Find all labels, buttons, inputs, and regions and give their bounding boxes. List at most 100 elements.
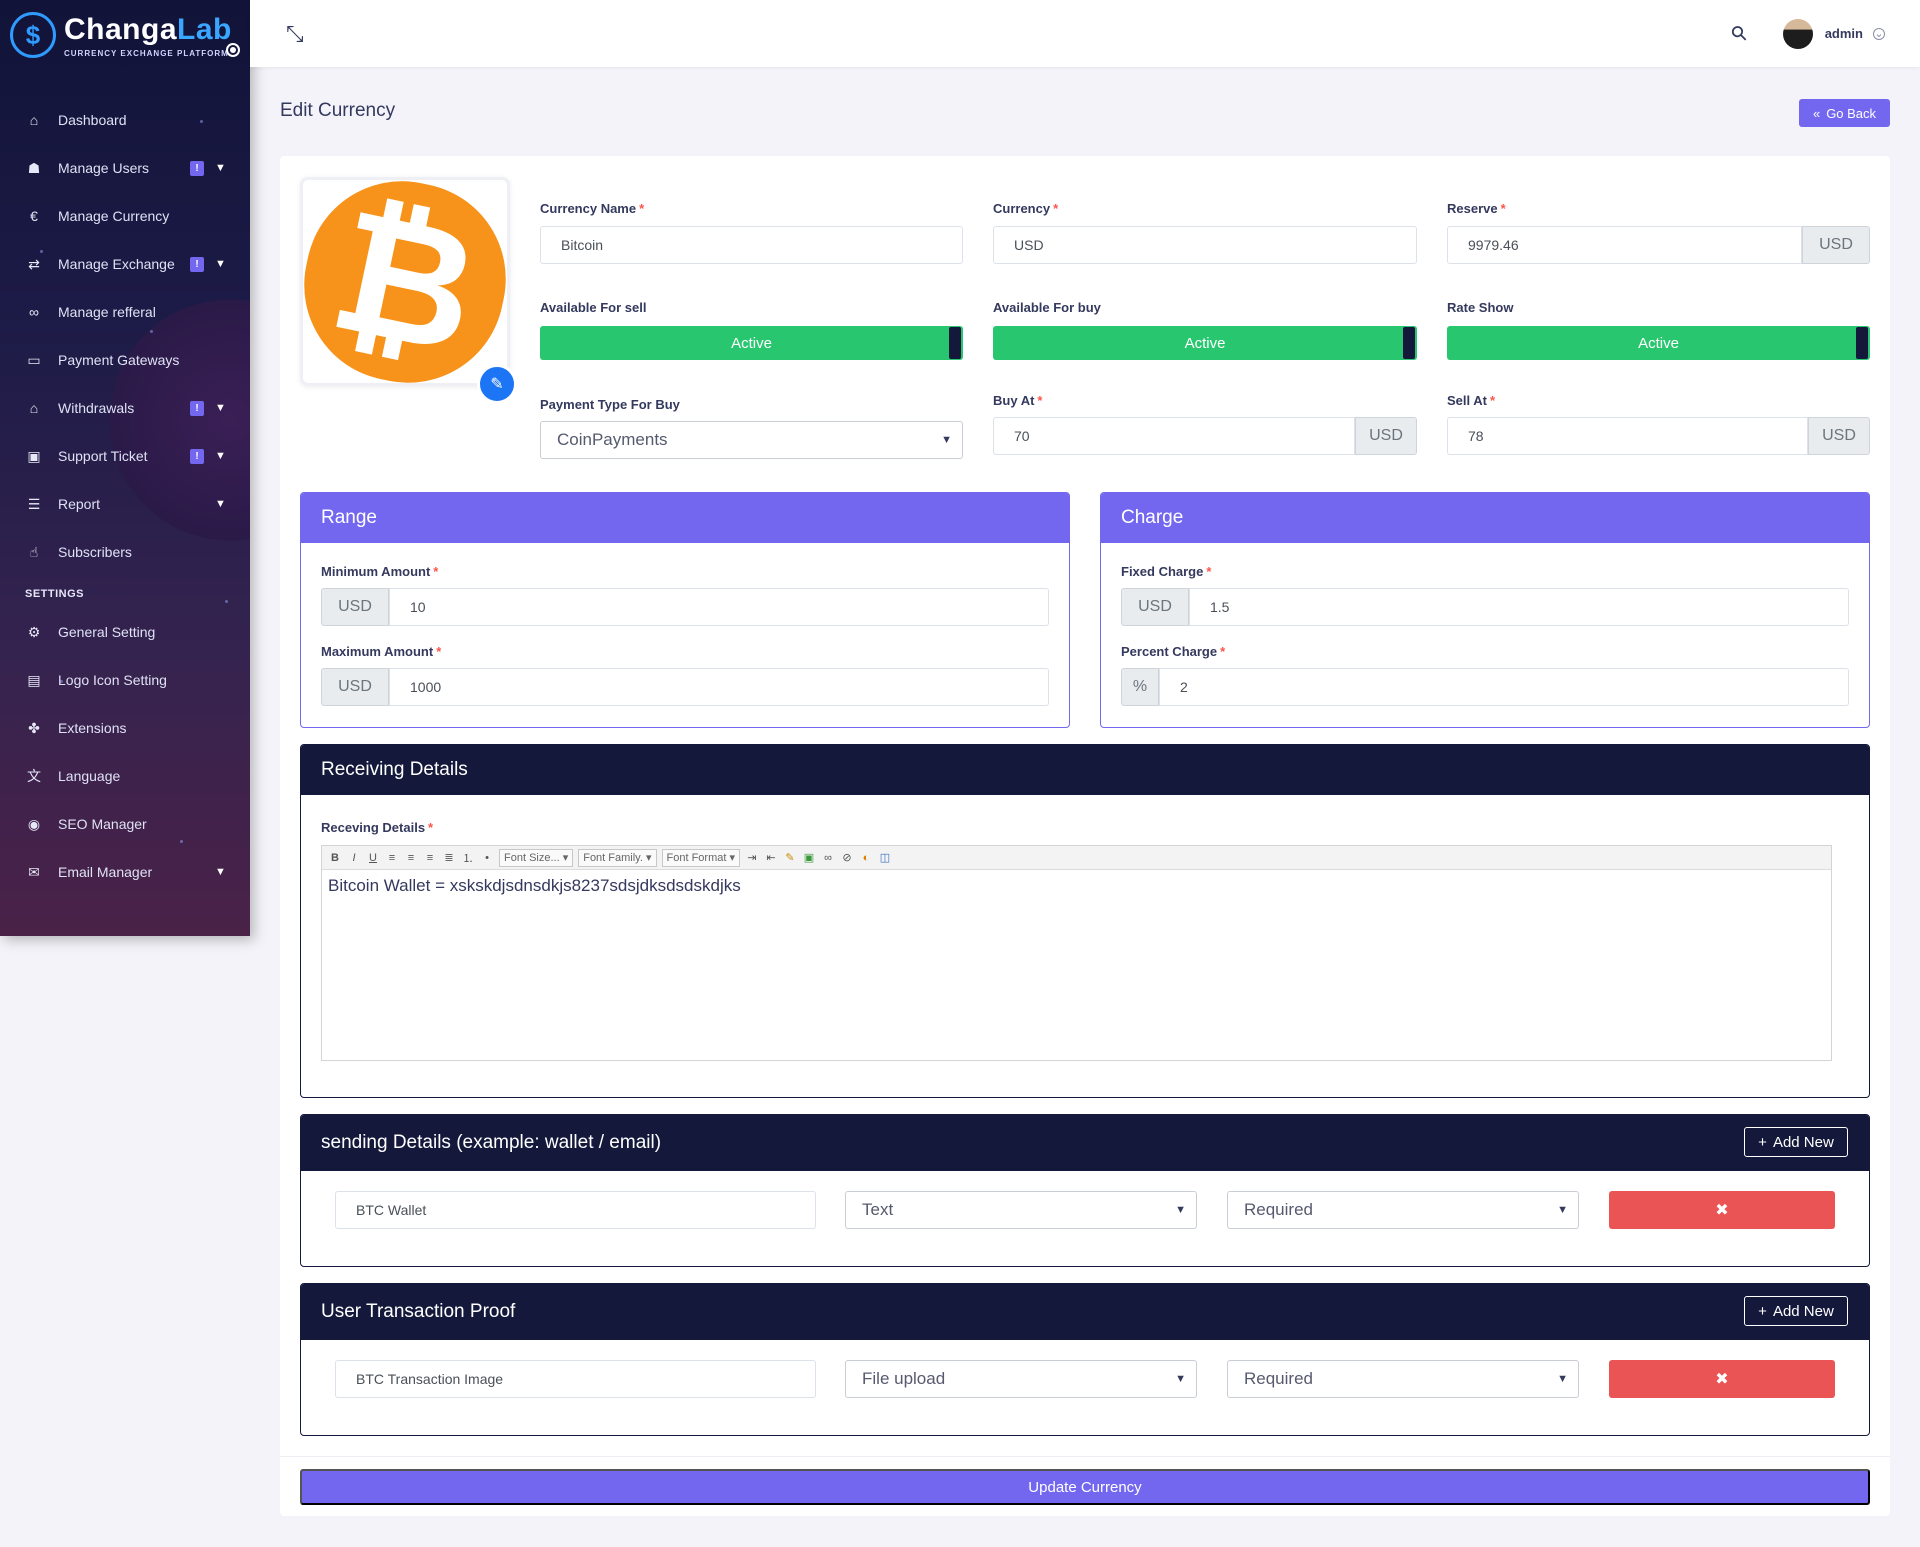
sidebar-item-label: Subscribers (58, 544, 132, 560)
go-back-label: Go Back (1826, 105, 1877, 121)
required-mark: * (428, 820, 434, 835)
image-insert-icon[interactable]: ▣ (802, 851, 816, 864)
update-currency-button[interactable]: Update Currency (300, 1469, 1870, 1505)
sidebar-item-label: Support Ticket (58, 448, 148, 464)
palette-icon[interactable]: ◐ (859, 852, 873, 864)
sidebar-item-email-manager[interactable]: ✉ Email Manager ▼ (0, 848, 250, 896)
currency-input[interactable]: USD (993, 226, 1417, 264)
ticket-icon: ▣ (27, 447, 41, 464)
sidebar-item-label: General Setting (58, 624, 156, 640)
sidebar-item-dashboard[interactable]: ⌂ Dashboard (0, 96, 250, 144)
image-icon: ▤ (27, 671, 41, 688)
label-text: Maximum Amount (321, 644, 434, 659)
payment-type-label: Payment Type For Buy (540, 397, 680, 412)
label-text: Buy At (993, 393, 1035, 408)
sidebar-item-language[interactable]: 文 Language (0, 752, 250, 800)
divider (280, 1456, 1890, 1457)
topbar: ⤡ ⚲ admin ⌄ (250, 0, 1920, 67)
align-left-icon[interactable]: ≡ (385, 852, 399, 864)
proof-add-new-button[interactable]: + Add New (1744, 1296, 1848, 1326)
ordered-list-icon[interactable]: ⒈ (461, 850, 475, 866)
receiving-details-editor[interactable]: B I U ≡ ≡ ≡ ≣ ⒈ • Font Size... ▾ Font Fa… (321, 845, 1832, 1061)
sidebar-item-report[interactable]: ☰ Report ▼ (0, 480, 250, 528)
html-source-icon[interactable]: ◫ (878, 851, 892, 864)
sidebar-item-manage-refferal[interactable]: ∞ Manage refferal (0, 288, 250, 336)
rate-show-label: Rate Show (1447, 300, 1514, 315)
indent-icon[interactable]: ⇥ (745, 851, 759, 864)
sidebar-item-logo-icon-setting[interactable]: ▤ Logo Icon Setting (0, 656, 250, 704)
unordered-list-icon[interactable]: • (480, 852, 494, 864)
sending-add-new-button[interactable]: + Add New (1744, 1127, 1848, 1157)
toggle-knob (949, 327, 961, 359)
proof-field-required-select[interactable]: Required ▼ (1227, 1360, 1579, 1398)
outdent-icon[interactable]: ⇤ (764, 851, 778, 864)
font-format-select[interactable]: Font Format ▾ (661, 848, 740, 867)
user-name[interactable]: admin (1825, 26, 1863, 41)
sidebar-item-label: Payment Gateways (58, 352, 180, 368)
sidebar-item-subscribers[interactable]: ☝ Subscribers (0, 528, 250, 576)
percent-charge-unit: % (1121, 668, 1159, 706)
sell-at-label: Sell At * (1447, 393, 1495, 408)
available-sell-toggle[interactable]: Active (540, 326, 963, 360)
search-icon[interactable]: ⚲ (1725, 19, 1753, 47)
underline-icon[interactable]: U (366, 852, 380, 864)
plus-icon: + (1758, 1302, 1767, 1320)
pencil-icon[interactable]: ✎ (477, 364, 517, 404)
sidebar-toggle-icon[interactable] (226, 43, 240, 57)
toggle-state: Active (1638, 334, 1679, 352)
proof-remove-button[interactable]: ✖ (1609, 1360, 1835, 1398)
link-icon[interactable]: ∞ (821, 852, 835, 864)
avatar[interactable] (1782, 18, 1813, 49)
font-size-select[interactable]: Font Size... ▾ (499, 848, 574, 867)
proof-field-name-input[interactable]: BTC Transaction Image (335, 1360, 816, 1398)
available-buy-toggle[interactable]: Active (993, 326, 1417, 360)
go-back-button[interactable]: « Go Back (1799, 99, 1890, 127)
currency-name-input[interactable]: Bitcoin (540, 226, 963, 264)
text-color-icon[interactable]: ✎ (783, 851, 797, 864)
toggle-state: Active (1184, 334, 1226, 352)
sidebar-item-withdrawals[interactable]: ⌂ Withdrawals! ▼ (0, 384, 250, 432)
percent-charge-input[interactable]: 2 (1159, 668, 1849, 706)
italic-icon[interactable]: I (347, 852, 361, 864)
bold-icon[interactable]: B (328, 852, 342, 864)
available-sell-label: Available For sell (540, 300, 647, 315)
euro-icon: € (30, 208, 38, 224)
unlink-icon[interactable]: ⊘ (840, 851, 854, 864)
sending-field-type-select[interactable]: Text ▼ (845, 1191, 1197, 1229)
align-right-icon[interactable]: ≡ (423, 852, 437, 864)
font-family-select[interactable]: Font Family. ▾ (578, 848, 657, 867)
rate-show-toggle[interactable]: Active (1447, 326, 1870, 360)
label-text: Currency (993, 201, 1051, 216)
buy-at-input[interactable]: 70 (993, 417, 1355, 455)
sidebar-item-support-ticket[interactable]: ▣ Support Ticket! ▼ (0, 432, 250, 480)
compress-icon[interactable]: ⤡ (286, 21, 304, 47)
sidebar-item-seo-manager[interactable]: ◉ SEO Manager (0, 800, 250, 848)
reserve-input[interactable]: 9979.46 (1447, 226, 1802, 264)
sidebar-item-general-setting[interactable]: ⚙ General Setting (0, 608, 250, 656)
sidebar-item-manage-users[interactable]: ☗ Manage Users! ▼ (0, 144, 250, 192)
sell-at-input[interactable]: 78 (1447, 417, 1808, 455)
sidebar-item-manage-currency[interactable]: € Manage Currency (0, 192, 250, 240)
sidebar-item-extensions[interactable]: ✤ Extensions (0, 704, 250, 752)
fixed-charge-label: Fixed Charge * (1121, 564, 1211, 579)
payment-type-select[interactable]: CoinPayments ▼ (540, 421, 963, 459)
align-center-icon[interactable]: ≡ (404, 852, 418, 864)
fixed-charge-input[interactable]: 1.5 (1189, 588, 1849, 626)
proof-field-type-select[interactable]: File upload ▼ (845, 1360, 1197, 1398)
minimum-amount-input[interactable]: 10 (389, 588, 1049, 626)
chevron-down-icon[interactable]: ⌄ (1873, 27, 1885, 40)
chevron-down-icon: ▼ (215, 450, 226, 462)
sending-remove-button[interactable]: ✖ (1609, 1191, 1835, 1229)
minimum-amount-input-group: USD 10 (321, 588, 1049, 626)
sending-field-name-input[interactable]: BTC Wallet (335, 1191, 816, 1229)
sidebar-nav: ⌂ Dashboard ☗ Manage Users! ▼ € Manage Curre… (0, 96, 250, 576)
editor-content[interactable]: Bitcoin Wallet = xskskdjsdnsdkjs8237sdsj… (322, 870, 1831, 902)
currency-label: Currency * (993, 201, 1058, 216)
sending-field-required-select[interactable]: Required ▼ (1227, 1191, 1579, 1229)
sidebar-item-manage-exchange[interactable]: ⇄ Manage Exchange! ▼ (0, 240, 250, 288)
sidebar-item-payment-gateways[interactable]: ▭ Payment Gateways (0, 336, 250, 384)
maximum-amount-input[interactable]: 1000 (389, 668, 1049, 706)
brand-logo-icon: $ (10, 12, 56, 58)
brand[interactable]: $ ChangaLab CURRENCY EXCHANGE PLATFORM (0, 0, 250, 70)
align-justify-icon[interactable]: ≣ (442, 851, 456, 864)
